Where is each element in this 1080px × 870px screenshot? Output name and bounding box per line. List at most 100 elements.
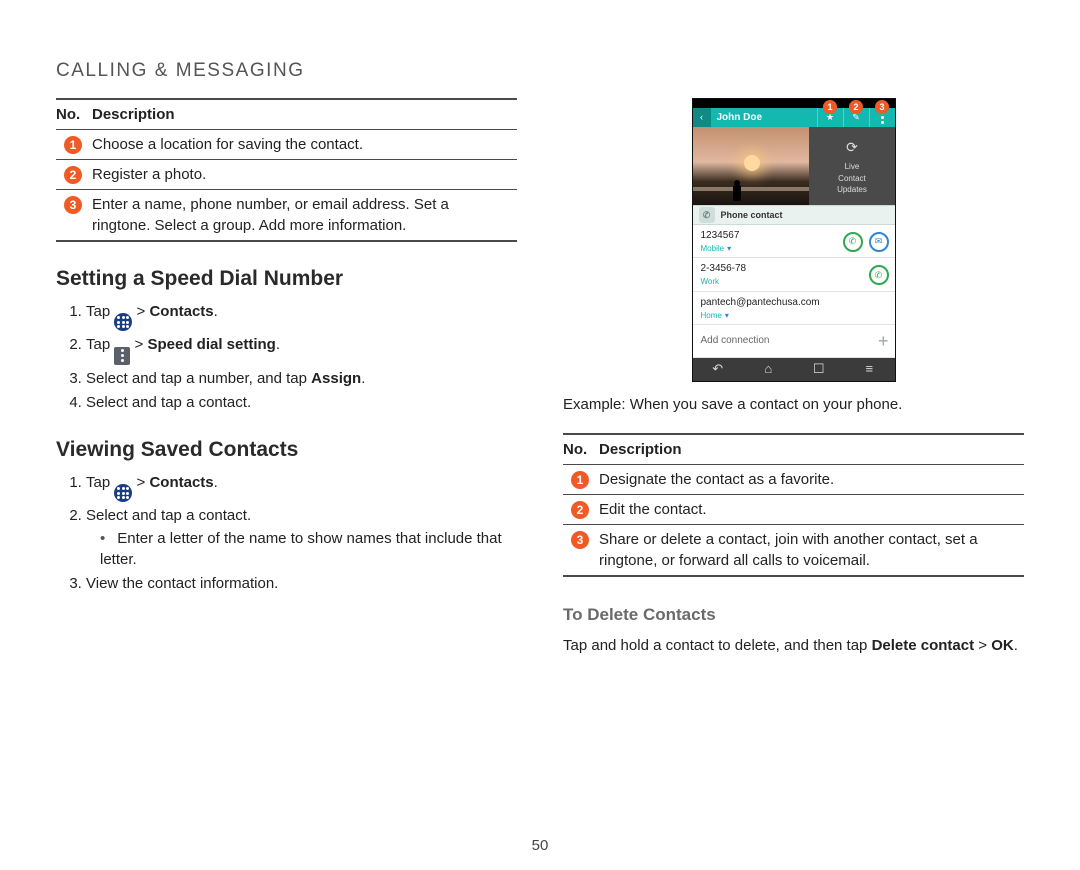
phone-navbar: ↶ ⌂ ☐ ≡ <box>693 358 895 381</box>
primary-tag-icon: ▾ <box>725 310 729 321</box>
steps-view-saved: Tap > Contacts. Select and tap a contact… <box>56 472 517 594</box>
nav-home-icon[interactable]: ⌂ <box>754 360 782 378</box>
left-description-table: No. Description 1 Choose a location for … <box>56 100 517 242</box>
section-phone-contact: ✆ Phone contact <box>693 205 895 225</box>
edit-button[interactable]: 2 ✎ <box>843 108 869 128</box>
callout-icon: 2 <box>571 501 589 519</box>
callout-icon: 2 <box>849 100 863 114</box>
list-row-work[interactable]: 2-3456-78 Work ✆ <box>693 258 895 291</box>
desc-cell: Designate the contact as a favorite. <box>599 465 1024 494</box>
steps-speed-dial: Tap > Contacts. Tap > Speed dial setting… <box>56 301 517 413</box>
text: . <box>214 303 218 320</box>
apps-grid-icon <box>117 487 129 499</box>
nav-recent-icon[interactable]: ☐ <box>805 360 833 378</box>
phone-header: ‹ John Doe 1 ★ 2 ✎ 3 <box>693 108 895 128</box>
callout-icon: 3 <box>64 196 82 214</box>
favorite-button[interactable]: 1 ★ <box>817 108 843 128</box>
contact-photo[interactable] <box>693 127 810 205</box>
desc-cell: Choose a location for saving the contact… <box>92 130 517 159</box>
list-item: Tap > Contacts. <box>86 301 517 331</box>
callout-icon: 1 <box>64 136 82 154</box>
field-value: pantech@pantechusa.com <box>701 296 889 310</box>
callout-icon: 3 <box>875 100 889 114</box>
list-row-email[interactable]: pantech@pantechusa.com Home▾ <box>693 292 895 325</box>
text: . <box>214 474 218 491</box>
table-header-row: No. Description <box>56 100 517 129</box>
desc-cell: Register a photo. <box>92 160 517 189</box>
page: CALLING & MESSAGING No. Description 1 Ch… <box>0 0 1080 870</box>
add-connection-row[interactable]: Add connection + <box>693 325 895 358</box>
text: Tap <box>86 303 114 320</box>
columns: No. Description 1 Choose a location for … <box>56 98 1024 660</box>
callout-icon: 1 <box>823 100 837 114</box>
table-row: 2 Register a photo. <box>56 160 517 189</box>
page-title: CALLING & MESSAGING <box>56 60 1024 82</box>
back-button[interactable]: ‹ <box>693 108 711 128</box>
overflow-menu-icon <box>114 347 130 365</box>
text: Tap <box>86 474 114 491</box>
field-value: 2-3456-78 <box>701 262 863 276</box>
list-item: Select and tap a contact. Enter a letter… <box>86 505 517 570</box>
list-item-sub: Enter a letter of the name to show names… <box>100 528 517 570</box>
text-bold: Speed dial setting <box>147 336 275 353</box>
callout-icon: 2 <box>64 166 82 184</box>
table-row: 2 Edit the contact. <box>563 495 1024 524</box>
desc-cell: Share or delete a contact, join with ano… <box>599 525 1024 575</box>
desc-cell: Enter a name, phone number, or email add… <box>92 190 517 240</box>
call-button[interactable]: ✆ <box>869 265 889 285</box>
message-button[interactable]: ✉ <box>869 232 889 252</box>
table-row: 1 Choose a location for saving the conta… <box>56 130 517 159</box>
text: Tap and hold a contact to delete, and th… <box>563 637 872 654</box>
right-column: ‹ John Doe 1 ★ 2 ✎ 3 <box>563 98 1024 660</box>
list-item: Tap > Contacts. <box>86 472 517 502</box>
text: Select and tap a contact. <box>86 507 251 524</box>
live-updates-tile[interactable]: ⟳ Live Contact Updates <box>809 127 894 205</box>
th-no: No. <box>56 100 92 129</box>
add-connection-label: Add connection <box>701 334 872 348</box>
phone-screenshot: ‹ John Doe 1 ★ 2 ✎ 3 <box>692 98 896 382</box>
section-label: Phone contact <box>721 209 783 222</box>
text: > <box>137 474 150 491</box>
th-desc: Description <box>599 435 1024 464</box>
desc-cell: Edit the contact. <box>599 495 1024 524</box>
heading-delete-contacts: To Delete Contacts <box>563 603 1024 627</box>
heading-view-saved: Viewing Saved Contacts <box>56 435 517 464</box>
list-row-mobile[interactable]: 1234567 Mobile▾ ✆ ✉ <box>693 225 895 258</box>
delete-paragraph: Tap and hold a contact to delete, and th… <box>563 635 1024 656</box>
primary-tag-icon: ▾ <box>727 243 731 254</box>
text: Select and tap a number, and tap <box>86 370 311 387</box>
text-bold: Contacts <box>149 474 213 491</box>
callout-icon: 1 <box>571 471 589 489</box>
handset-icon: ✆ <box>699 207 715 223</box>
hero-row: ⟳ Live Contact Updates <box>693 127 895 205</box>
nav-back-icon[interactable]: ↶ <box>704 360 732 378</box>
call-button[interactable]: ✆ <box>843 232 863 252</box>
text: > <box>974 637 991 654</box>
list-item: Tap > Speed dial setting. <box>86 334 517 365</box>
table-row: 1 Designate the contact as a favorite. <box>563 465 1024 494</box>
text: . <box>276 336 280 353</box>
refresh-icon: ⟳ <box>846 138 858 158</box>
th-no: No. <box>563 435 599 464</box>
contact-fields-list: 1234567 Mobile▾ ✆ ✉ 2-3456-78 Work ✆ <box>693 225 895 358</box>
list-item: Select and tap a contact. <box>86 392 517 413</box>
list-item: View the contact information. <box>86 573 517 594</box>
field-label: Mobile <box>701 243 725 254</box>
field-value: 1234567 <box>701 229 837 243</box>
text: Updates <box>837 184 867 195</box>
th-desc: Description <box>92 100 517 129</box>
table-row: 3 Share or delete a contact, join with a… <box>563 525 1024 575</box>
text-bold: Delete contact <box>872 637 975 654</box>
text: Contact <box>837 173 867 184</box>
contacts-app-icon <box>114 484 132 502</box>
apps-grid-icon <box>117 316 129 328</box>
text: Live <box>837 161 867 172</box>
nav-menu-icon[interactable]: ≡ <box>855 360 883 378</box>
text: Tap <box>86 336 114 353</box>
left-column: No. Description 1 Choose a location for … <box>56 98 517 660</box>
text-bold: OK <box>991 637 1014 654</box>
text-bold: Contacts <box>149 303 213 320</box>
overflow-menu-button[interactable]: 3 <box>869 108 895 128</box>
phone-statusbar <box>693 99 895 108</box>
contacts-app-icon <box>114 313 132 331</box>
